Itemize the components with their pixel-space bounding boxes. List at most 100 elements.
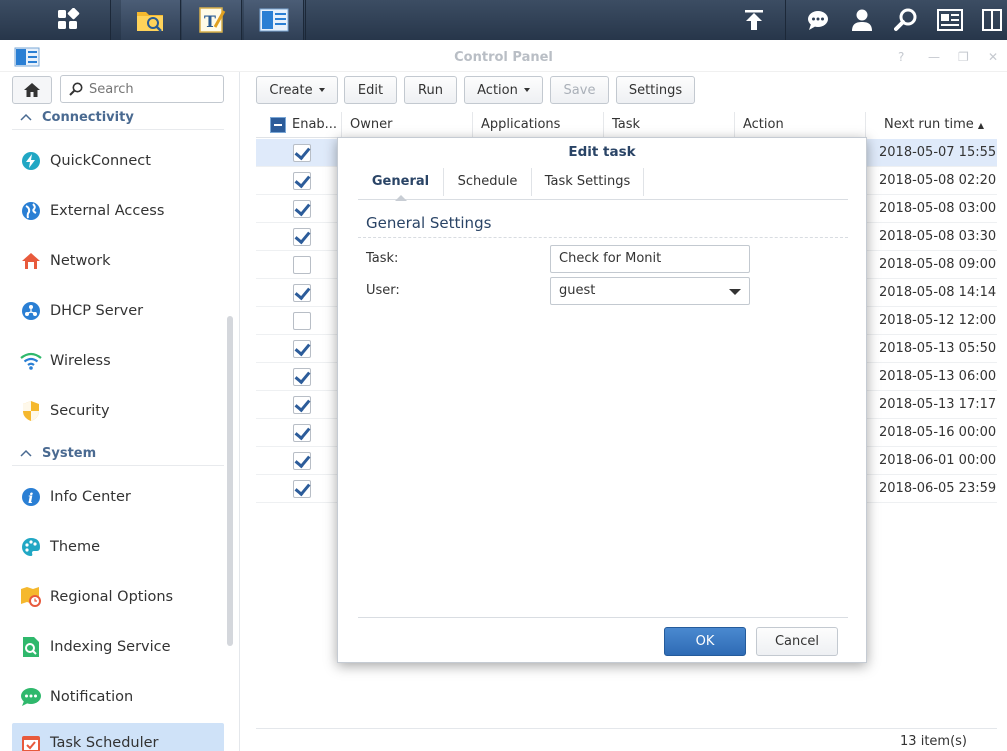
tab-schedule[interactable]: Schedule: [444, 168, 532, 196]
task-name-field[interactable]: [550, 245, 750, 273]
section-system[interactable]: System: [12, 442, 224, 466]
help-icon[interactable]: ?: [898, 50, 904, 64]
next-run-time-cell: 2018-06-01 00:00: [879, 453, 997, 468]
sidebar-item-regional-options[interactable]: Regional Options: [12, 577, 224, 617]
enabled-checkbox[interactable]: [293, 312, 311, 330]
file-station-app-button[interactable]: [121, 0, 181, 40]
save-button[interactable]: Save: [550, 76, 609, 104]
enabled-checkbox[interactable]: [293, 256, 311, 274]
select-all-checkbox[interactable]: [270, 116, 286, 133]
minimize-icon[interactable]: —: [928, 50, 940, 64]
sort-asc-icon: ▲: [977, 121, 985, 130]
options-icon: [981, 9, 1002, 31]
main-menu-button[interactable]: [38, 0, 98, 40]
enabled-checkbox[interactable]: [293, 424, 311, 442]
section-connectivity[interactable]: Connectivity: [12, 106, 224, 130]
dialog-footer-divider: [358, 617, 848, 618]
col-enabled[interactable]: Enab...: [256, 112, 342, 138]
notification-bubble-icon: [20, 686, 42, 708]
palette-icon: [20, 536, 42, 558]
sidebar-item-label: Info Center: [50, 489, 131, 505]
next-run-time-cell: 2018-05-08 14:14: [879, 285, 997, 300]
chat-bubble-icon: [808, 11, 828, 30]
close-icon[interactable]: ✕: [988, 50, 998, 64]
chat-button[interactable]: [796, 0, 840, 40]
control-panel-app-button[interactable]: [244, 0, 304, 40]
taskbar: T: [0, 0, 1007, 40]
sidebar-item-label: Indexing Service: [50, 639, 171, 655]
sidebar-item-indexing-service[interactable]: Indexing Service: [12, 627, 224, 667]
window-title: Control Panel: [454, 50, 553, 65]
col-owner[interactable]: Owner: [342, 112, 473, 138]
sidebar-scrollbar[interactable]: [227, 316, 233, 646]
user-menu-button[interactable]: [840, 0, 884, 40]
sidebar-item-info-center[interactable]: i Info Center: [12, 477, 224, 517]
item-count: 13 item(s): [900, 734, 967, 749]
enabled-checkbox[interactable]: [293, 396, 311, 414]
enabled-checkbox[interactable]: [293, 200, 311, 218]
task-name-input[interactable]: [559, 251, 739, 266]
sidebar-item-notification[interactable]: Notification: [12, 677, 224, 717]
ok-button[interactable]: OK: [664, 627, 746, 656]
sidebar-item-label: Notification: [50, 689, 134, 705]
chevron-down-icon[interactable]: [729, 289, 741, 295]
enabled-checkbox[interactable]: [293, 340, 311, 358]
next-run-time-cell: 2018-05-08 03:30: [879, 229, 997, 244]
sidebar-item-dhcp-server[interactable]: DHCP Server: [12, 291, 224, 331]
dhcp-icon: [20, 300, 42, 322]
create-button[interactable]: Create: [256, 76, 338, 104]
sidebar-item-label: Wireless: [50, 353, 111, 369]
sidebar-item-wireless[interactable]: Wireless: [12, 341, 224, 381]
sidebar-item-task-scheduler[interactable]: Task Scheduler: [12, 723, 224, 751]
sidebar-search[interactable]: [60, 75, 224, 103]
sidebar-item-label: Task Scheduler: [50, 735, 159, 751]
options-button[interactable]: [980, 0, 1007, 40]
sidebar-item-external-access[interactable]: External Access: [12, 191, 224, 231]
text-editor-icon: T: [198, 7, 225, 33]
text-editor-app-button[interactable]: T: [182, 0, 242, 40]
svg-text:T: T: [204, 12, 216, 31]
enabled-checkbox[interactable]: [293, 144, 311, 162]
edit-button[interactable]: Edit: [344, 76, 397, 104]
col-action[interactable]: Action: [735, 112, 866, 138]
enabled-checkbox[interactable]: [293, 452, 311, 470]
chevron-up-icon: [20, 113, 32, 121]
search-button[interactable]: [884, 0, 928, 40]
sidebar-item-security[interactable]: Security: [12, 391, 224, 431]
home-button[interactable]: [12, 76, 52, 104]
settings-button[interactable]: Settings: [616, 76, 695, 104]
run-button[interactable]: Run: [404, 76, 457, 104]
maximize-icon[interactable]: ❐: [958, 50, 969, 64]
user-icon: [852, 9, 872, 31]
tab-general[interactable]: General: [358, 168, 444, 196]
upload-queue-button[interactable]: [732, 0, 776, 40]
wifi-icon: [20, 350, 42, 372]
enabled-checkbox[interactable]: [293, 480, 311, 498]
search-icon: [69, 82, 83, 96]
sidebar-item-quickconnect[interactable]: QuickConnect: [12, 141, 224, 181]
next-run-time-cell: 2018-05-08 03:00: [879, 201, 997, 216]
col-applications[interactable]: Applications: [473, 112, 604, 138]
enabled-checkbox[interactable]: [293, 228, 311, 246]
quickconnect-icon: [20, 150, 42, 172]
sidebar-item-theme[interactable]: Theme: [12, 527, 224, 567]
cancel-button[interactable]: Cancel: [756, 627, 838, 656]
sidebar-item-network[interactable]: Network: [12, 241, 224, 281]
window-titlebar[interactable]: Control Panel ? — ❐ ✕: [0, 40, 1007, 72]
search-input[interactable]: [89, 81, 209, 97]
action-button[interactable]: Action: [464, 76, 543, 104]
col-task[interactable]: Task: [604, 112, 735, 138]
tab-task-settings[interactable]: Task Settings: [532, 168, 644, 196]
col-next-run-time[interactable]: Next run time ▲: [866, 112, 997, 138]
widgets-button[interactable]: [928, 0, 972, 40]
active-tab-indicator: [395, 195, 407, 201]
enabled-checkbox[interactable]: [293, 368, 311, 386]
map-clock-icon: [20, 586, 42, 608]
next-run-time-cell: 2018-05-08 09:00: [879, 257, 997, 272]
dialog-tabs: General Schedule Task Settings: [358, 168, 848, 201]
section-label: Connectivity: [42, 110, 134, 125]
enabled-checkbox[interactable]: [293, 172, 311, 190]
user-select[interactable]: guest: [550, 277, 750, 305]
next-run-time-cell: 2018-06-05 23:59: [879, 481, 997, 496]
enabled-checkbox[interactable]: [293, 284, 311, 302]
